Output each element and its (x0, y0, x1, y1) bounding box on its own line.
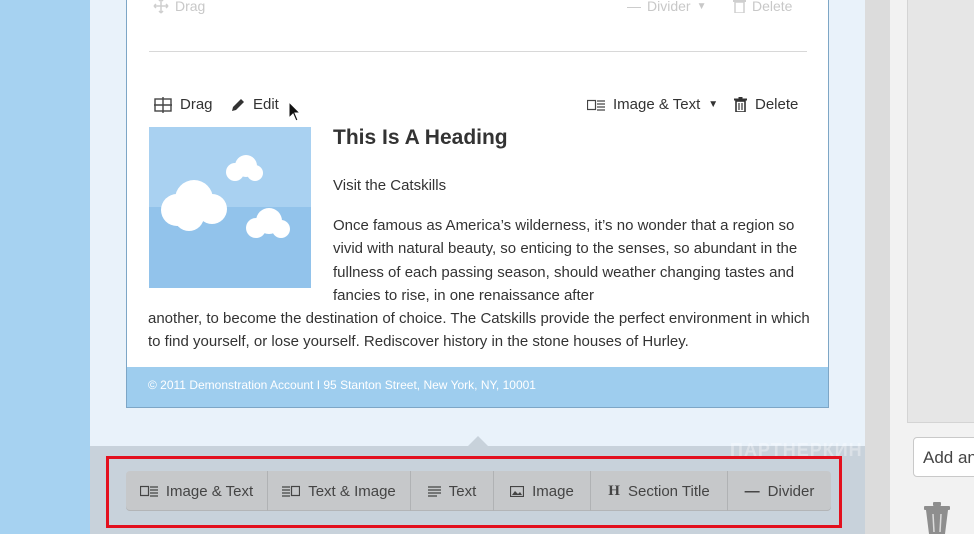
caret-down-icon: ▼ (708, 99, 719, 110)
previous-divider-label: Divider (647, 0, 691, 14)
pencil-icon (232, 98, 244, 111)
trash-icon (734, 97, 747, 112)
delete-button[interactable]: Delete (734, 96, 798, 113)
minus-icon: — (627, 0, 641, 14)
edit-label: Edit (253, 96, 279, 113)
email-canvas: Drag — Divider ▼ Delete Drag Edit Image … (126, 0, 829, 408)
delete-label: Delete (755, 96, 799, 113)
previous-drag-label: Drag (175, 0, 206, 14)
trash-icon (733, 0, 746, 13)
red-highlight-box (106, 456, 842, 528)
divider-line (149, 51, 807, 52)
toolbar-pointer (468, 436, 488, 446)
drag-move-icon (153, 0, 169, 14)
right-panel-content (907, 0, 974, 423)
previous-block-delete[interactable]: Delete (733, 0, 792, 14)
drag-move-icon (154, 96, 172, 113)
block-paragraph-full: another, to become the destination of ch… (148, 310, 810, 351)
trash-can-icon[interactable] (920, 500, 954, 534)
panel-divider (865, 0, 890, 534)
email-footer: © 2011 Demonstration Account I 95 Stanto… (127, 367, 828, 407)
edit-button[interactable]: Edit (231, 96, 279, 113)
block-heading: This Is A Heading (333, 126, 508, 149)
previous-block-drag[interactable]: Drag (153, 0, 205, 14)
image-text-icon (587, 99, 605, 111)
block-type-label: Image & Text (613, 96, 701, 113)
add-input[interactable]: Add an (913, 437, 974, 477)
watermark-text: ПАРТНЕРКИН (730, 440, 863, 460)
caret-down-icon: ▼ (696, 0, 707, 12)
drag-label: Drag (180, 96, 213, 113)
drag-handle[interactable]: Drag (154, 96, 213, 113)
block-paragraph-wrapped: Once famous as America’s wilderness, it’… (333, 217, 798, 304)
footer-text: © 2011 Demonstration Account I 95 Stanto… (148, 378, 536, 392)
mouse-cursor-icon (288, 101, 302, 122)
previous-delete-label: Delete (752, 0, 793, 14)
sky-clouds-image[interactable] (149, 127, 311, 288)
previous-block-divider[interactable]: — Divider ▼ (627, 0, 706, 14)
block-subheading: Visit the Catskills (333, 177, 447, 194)
block-type-dropdown[interactable]: Image & Text ▼ (587, 96, 718, 113)
left-background (0, 0, 90, 534)
